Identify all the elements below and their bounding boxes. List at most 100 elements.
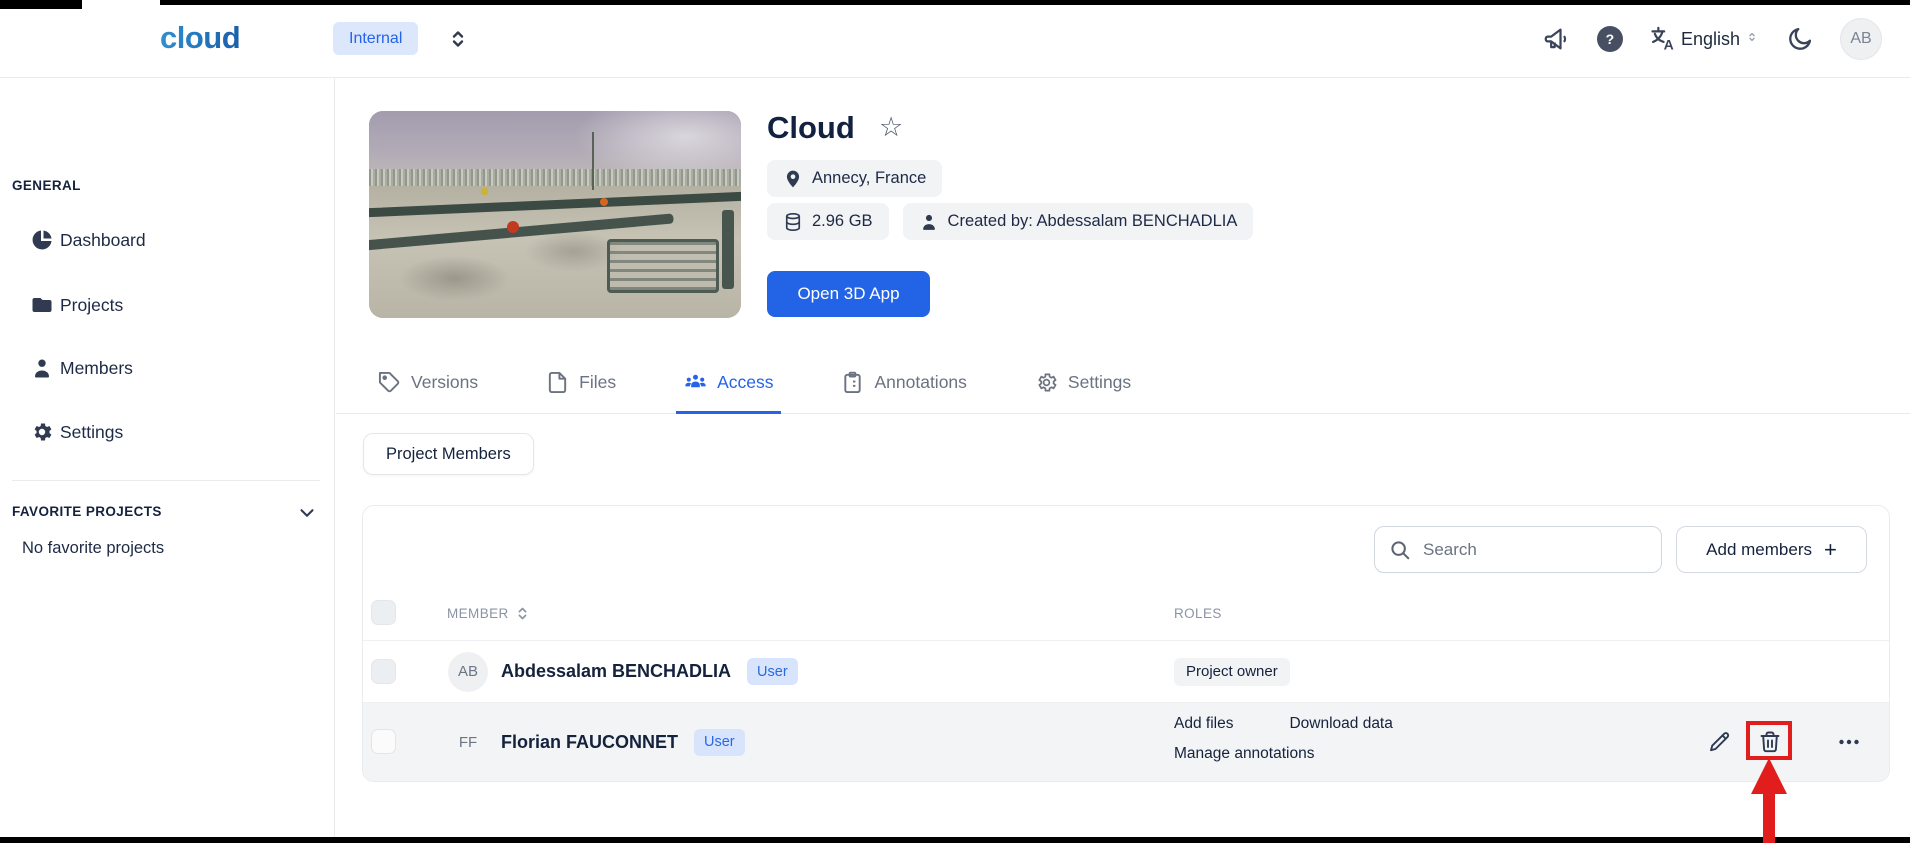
language-chevron-icon bbox=[1744, 29, 1760, 49]
created-by-text: Created by: Abdessalam BENCHADLIA bbox=[947, 212, 1238, 230]
tab-access[interactable]: Access bbox=[676, 352, 782, 414]
user-avatar[interactable]: AB bbox=[1840, 18, 1882, 60]
folder-icon bbox=[30, 293, 54, 317]
created-by-chip: Created by: Abdessalam BENCHADLIA bbox=[902, 203, 1254, 240]
sidebar-item-label: Dashboard bbox=[60, 229, 146, 250]
tab-label: Access bbox=[717, 372, 774, 392]
account-type-badge: User bbox=[747, 658, 798, 685]
language-selector[interactable]: A English bbox=[1649, 25, 1760, 53]
edit-member-icon[interactable] bbox=[1708, 730, 1732, 754]
tab-label: Annotations bbox=[874, 372, 967, 392]
subtab-project-members[interactable]: Project Members bbox=[363, 433, 534, 475]
favorites-collapse-chevron-icon[interactable] bbox=[296, 502, 318, 524]
table-header: MEMBER ROLES bbox=[363, 586, 1889, 641]
location-text: Annecy, France bbox=[812, 169, 927, 187]
thumbnail-valve-cluster bbox=[607, 239, 719, 294]
avatar: FF bbox=[458, 733, 478, 751]
role-badge: Project owner bbox=[1174, 657, 1290, 686]
roles-cell: Add files Download data Manage annotatio… bbox=[1174, 715, 1393, 763]
people-group-icon bbox=[684, 371, 707, 394]
location-chip: Annecy, France bbox=[767, 160, 943, 197]
window-frame-notch bbox=[0, 0, 82, 9]
sidebar-divider bbox=[12, 480, 320, 481]
app-logo[interactable]: cloud bbox=[160, 20, 241, 56]
tag-icon bbox=[378, 371, 401, 394]
tab-versions[interactable]: Versions bbox=[370, 352, 486, 414]
sidebar-item-projects[interactable]: Projects bbox=[0, 289, 335, 321]
database-icon bbox=[783, 212, 803, 232]
gear-icon bbox=[1035, 371, 1058, 394]
environment-select-chevron-icon[interactable] bbox=[446, 27, 470, 51]
add-members-button[interactable]: Add members + bbox=[1676, 526, 1867, 573]
members-toolbar: Add members + bbox=[1374, 526, 1867, 573]
table-row: FF Florian FAUCONNET User Add files Down… bbox=[363, 703, 1889, 781]
sidebar: GENERAL Dashboard Projects Members Setti… bbox=[0, 78, 335, 837]
storage-chip: 2.96 GB bbox=[767, 203, 889, 240]
announcements-icon[interactable] bbox=[1543, 25, 1571, 53]
favorite-star-icon[interactable]: ☆ bbox=[879, 112, 903, 143]
storage-size-text: 2.96 GB bbox=[812, 212, 873, 230]
project-tabs: Versions Files Access Annotations Settin… bbox=[336, 352, 1910, 414]
person-icon bbox=[919, 212, 939, 232]
table-row: AB Abdessalam BENCHADLIA User Project ow… bbox=[363, 641, 1889, 703]
role-text: Manage annotations bbox=[1174, 745, 1315, 762]
gear-icon bbox=[30, 420, 54, 444]
column-header-roles: ROLES bbox=[1174, 606, 1222, 621]
app-window: cloud Internal ? A English AB GENERAL Da… bbox=[0, 0, 1910, 843]
location-pin-icon bbox=[783, 169, 803, 189]
more-actions-icon[interactable] bbox=[1837, 730, 1861, 754]
page-title: Cloud bbox=[767, 110, 855, 145]
account-type-badge: User bbox=[694, 728, 745, 756]
sidebar-item-label: Settings bbox=[60, 421, 124, 442]
member-name: Florian FAUCONNET bbox=[501, 731, 679, 752]
tab-files[interactable]: Files bbox=[538, 352, 624, 414]
tab-label: Files bbox=[579, 372, 617, 392]
open-3d-app-button[interactable]: Open 3D App bbox=[767, 271, 930, 317]
tab-label: Versions bbox=[411, 372, 479, 392]
add-members-label: Add members bbox=[1706, 539, 1812, 559]
person-icon bbox=[30, 356, 54, 380]
svg-text:A: A bbox=[1664, 37, 1674, 53]
environment-badge[interactable]: Internal bbox=[333, 22, 419, 55]
sidebar-item-dashboard[interactable]: Dashboard bbox=[0, 224, 335, 256]
sidebar-item-members[interactable]: Members bbox=[0, 352, 335, 384]
project-thumbnail bbox=[369, 111, 741, 318]
sidebar-item-label: Members bbox=[60, 357, 133, 378]
tab-annotations[interactable]: Annotations bbox=[833, 352, 974, 414]
search-icon bbox=[1389, 539, 1411, 561]
favorites-empty-text: No favorite projects bbox=[22, 539, 165, 557]
language-label: English bbox=[1680, 28, 1740, 49]
search-box bbox=[1374, 526, 1662, 573]
avatar: AB bbox=[448, 651, 488, 692]
annotation-highlight-box bbox=[1746, 721, 1792, 760]
window-frame-bottom-edge bbox=[0, 837, 1910, 843]
plus-icon: + bbox=[1823, 536, 1837, 562]
row-checkbox[interactable] bbox=[371, 729, 396, 754]
select-all-checkbox[interactable] bbox=[371, 600, 396, 625]
members-card: Add members + MEMBER ROLES AB Abdessalam… bbox=[362, 505, 1890, 782]
dark-mode-toggle-icon[interactable] bbox=[1786, 25, 1814, 53]
sidebar-section-favorites: FAVORITE PROJECTS bbox=[12, 504, 162, 519]
topbar-actions: ? A English AB bbox=[1543, 0, 1882, 78]
sidebar-section-general: GENERAL bbox=[12, 178, 81, 193]
annotation-arrow-icon bbox=[1751, 758, 1787, 794]
member-name: Abdessalam BENCHADLIA bbox=[501, 661, 732, 681]
tab-settings[interactable]: Settings bbox=[1027, 352, 1139, 414]
column-header-member: MEMBER bbox=[447, 606, 530, 621]
help-icon[interactable]: ? bbox=[1596, 26, 1623, 52]
translate-icon: A bbox=[1649, 25, 1677, 53]
role-text: Download data bbox=[1289, 715, 1393, 732]
row-checkbox[interactable] bbox=[371, 658, 396, 684]
sort-icon[interactable] bbox=[515, 606, 530, 621]
project-meta-row: 2.96 GB Created by: Abdessalam BENCHADLI… bbox=[767, 203, 1254, 240]
clipboard-icon bbox=[841, 371, 864, 394]
dashboard-pie-icon bbox=[30, 228, 54, 252]
annotation-arrow-shaft bbox=[1763, 790, 1775, 843]
search-input[interactable] bbox=[1423, 539, 1647, 560]
tab-label: Settings bbox=[1067, 372, 1132, 392]
sidebar-item-settings[interactable]: Settings bbox=[0, 416, 335, 448]
window-frame-top-edge bbox=[160, 0, 1910, 5]
role-text: Add files bbox=[1174, 715, 1234, 732]
file-icon bbox=[546, 371, 569, 394]
top-bar: cloud Internal ? A English AB bbox=[0, 0, 1910, 78]
